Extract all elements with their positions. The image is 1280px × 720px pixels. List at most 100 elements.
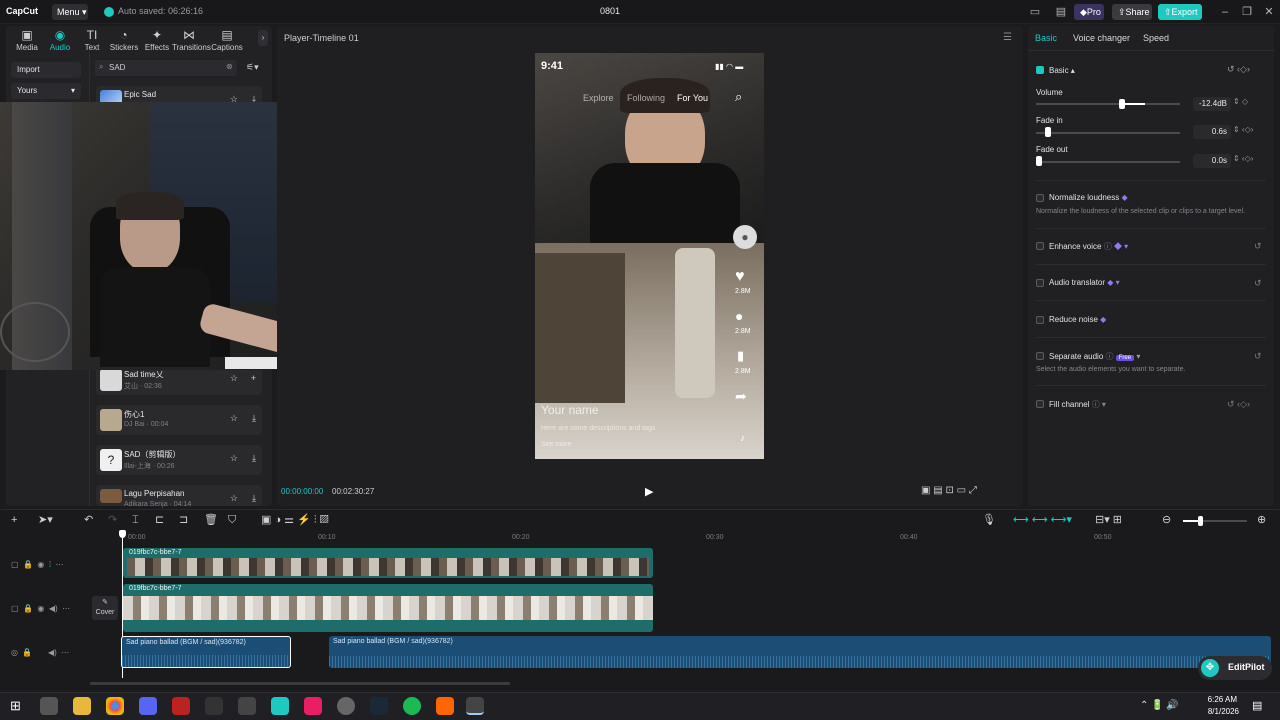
normalize-checkbox[interactable] bbox=[1036, 194, 1044, 202]
video-track-2[interactable]: 019fbc7c-bbe7-7 bbox=[123, 584, 653, 632]
undo-icon[interactable]: ↶ bbox=[84, 514, 93, 526]
split-right-icon[interactable]: ⊐ bbox=[179, 514, 188, 526]
favorite-icon[interactable]: ☆ bbox=[230, 493, 238, 504]
tab-text[interactable]: TI Text bbox=[75, 28, 109, 52]
track-controls[interactable]: ▢ 🔒 ◉ ◀) ⋯ bbox=[11, 604, 70, 613]
zoom-in-icon[interactable]: ⊕ bbox=[1257, 514, 1266, 526]
volume-value[interactable]: -12.4dB bbox=[1193, 97, 1231, 111]
tab-for-you[interactable]: For You bbox=[677, 93, 708, 103]
link-icons[interactable]: ⟷ ⟷ ⟷▾ bbox=[1013, 514, 1072, 526]
tiktok-icon[interactable] bbox=[304, 697, 322, 715]
reset-icon[interactable]: ↺ ‹◇› bbox=[1227, 399, 1250, 410]
layout-icon[interactable]: ▭ bbox=[1028, 5, 1042, 19]
reset-icon[interactable]: ↺ bbox=[1254, 241, 1262, 252]
volume-slider-handle[interactable] bbox=[1119, 99, 1125, 109]
separate-audio-checkbox[interactable] bbox=[1036, 352, 1044, 360]
add-icon[interactable]: + bbox=[251, 373, 256, 383]
split-icon[interactable]: ⌶ bbox=[132, 514, 139, 526]
download-icon[interactable]: ⤓ bbox=[252, 413, 256, 424]
share-button[interactable]: ⇪Share bbox=[1112, 4, 1152, 20]
share-icon[interactable]: ➦ bbox=[735, 388, 747, 405]
playhead-handle[interactable] bbox=[119, 530, 126, 538]
audio-clip[interactable]: Sad piano ballad (BGM / sad)(936782) bbox=[329, 636, 1271, 668]
redo-icon[interactable]: ↷ bbox=[108, 514, 117, 526]
audio-clip-selected[interactable]: Sad piano ballad (BGM / sad)(936782) bbox=[121, 636, 291, 668]
reset-icon[interactable]: ↺ bbox=[1254, 351, 1262, 362]
capcut-icon[interactable] bbox=[238, 697, 256, 715]
tool-icons[interactable]: ▣ ◑ ⚌ ⚡ ⫶ ▨ bbox=[261, 514, 328, 526]
reduce-noise-checkbox[interactable] bbox=[1036, 316, 1044, 324]
download-icon[interactable]: ⤓ bbox=[252, 493, 256, 504]
tab-stickers[interactable]: ◔ Stickers bbox=[107, 28, 141, 52]
fadein-slider-handle[interactable] bbox=[1045, 127, 1051, 137]
fadein-value[interactable]: 0.6s bbox=[1193, 125, 1231, 139]
minimize-icon[interactable]: – bbox=[1218, 5, 1232, 19]
soundcloud-icon[interactable] bbox=[436, 697, 454, 715]
pro-button[interactable]: ◆Pro bbox=[1074, 4, 1104, 20]
tab-media[interactable]: ▣ Media bbox=[10, 28, 44, 52]
shortcuts-icon[interactable]: ▤ bbox=[1054, 5, 1068, 19]
notifications-icon[interactable]: ▤ bbox=[1252, 699, 1262, 712]
fadein-stepper-icon[interactable]: ⇕ ‹◇› bbox=[1233, 125, 1253, 134]
spotify-icon[interactable] bbox=[403, 697, 421, 715]
list-item[interactable]: Lagu Perpisahan Adikara Senja · 04:14 ☆ … bbox=[96, 485, 262, 508]
track-controls[interactable]: ◎ 🔒 ◀) ⋯ bbox=[11, 648, 69, 657]
bookmark-icon[interactable]: ▮ bbox=[737, 348, 744, 364]
favorite-icon[interactable]: ☆ bbox=[230, 413, 238, 424]
play-icon[interactable]: ▶ bbox=[645, 485, 653, 498]
fill-channel-checkbox[interactable] bbox=[1036, 400, 1044, 408]
enhance-voice-checkbox[interactable] bbox=[1036, 242, 1044, 250]
file-explorer-icon[interactable] bbox=[73, 697, 91, 715]
select-tool-icon[interactable]: ➤▾ bbox=[38, 514, 53, 526]
capcut-active-icon[interactable] bbox=[466, 697, 484, 715]
fadeout-slider-handle[interactable] bbox=[1036, 156, 1042, 166]
delete-icon[interactable]: 🗑 bbox=[204, 514, 218, 526]
tab-basic[interactable]: Basic bbox=[1035, 33, 1057, 43]
avatar[interactable]: ● bbox=[733, 225, 757, 249]
tab-captions[interactable]: ▤ Captions bbox=[210, 28, 244, 52]
tab-voice-changer[interactable]: Voice changer bbox=[1073, 33, 1130, 43]
timeline-scrollbar[interactable] bbox=[90, 682, 510, 685]
zoom-out-icon[interactable]: ⊖ bbox=[1162, 514, 1171, 526]
search-icon[interactable]: ⌕ bbox=[735, 89, 742, 105]
reset-icon[interactable]: ↺ ‹◇› bbox=[1227, 64, 1250, 75]
clear-search-icon[interactable]: ⊗ bbox=[226, 62, 233, 71]
app-icon[interactable] bbox=[271, 697, 289, 715]
fadeout-value[interactable]: 0.0s bbox=[1193, 154, 1231, 168]
basic-checkbox[interactable] bbox=[1036, 66, 1044, 74]
import-button[interactable]: Import bbox=[11, 62, 81, 78]
yours-dropdown[interactable]: Yours ▾ bbox=[11, 83, 81, 99]
tab-transitions[interactable]: ⋈ Transitions bbox=[172, 28, 211, 52]
split-left-icon[interactable]: ⊏ bbox=[155, 514, 164, 526]
search-input[interactable]: SAD bbox=[95, 60, 237, 76]
tab-effects[interactable]: ✦ Effects bbox=[140, 28, 174, 52]
maximize-icon[interactable]: ❐ bbox=[1240, 5, 1254, 19]
filter-icon[interactable]: ⚟▾ bbox=[246, 62, 259, 73]
reset-icon[interactable]: ↺ bbox=[1254, 278, 1262, 289]
tabs-scroll-right-icon[interactable]: › bbox=[258, 30, 268, 46]
app-icon[interactable] bbox=[337, 697, 355, 715]
close-icon[interactable]: ✕ bbox=[1262, 5, 1276, 19]
timeline-view-icons[interactable]: ⊟▾ ⊞ bbox=[1095, 514, 1122, 526]
cover-button[interactable]: ✎ Cover bbox=[92, 596, 118, 620]
fadeout-slider-track[interactable] bbox=[1036, 161, 1180, 163]
voicemeeter-icon[interactable] bbox=[172, 697, 190, 715]
editpilot-button[interactable]: ✥ EditPilot bbox=[1198, 656, 1272, 680]
zoom-slider-handle[interactable] bbox=[1198, 516, 1203, 526]
track-controls[interactable]: ▢ 🔒 ◉ ⁞ ⋯ bbox=[11, 560, 64, 569]
tab-following[interactable]: Following bbox=[627, 93, 665, 103]
steam-icon[interactable] bbox=[370, 697, 388, 715]
add-icon[interactable]: + bbox=[11, 514, 17, 526]
microphone-icon[interactable]: 🎙 bbox=[982, 514, 996, 526]
tab-speed[interactable]: Speed bbox=[1143, 33, 1169, 43]
favorite-icon[interactable]: ☆ bbox=[230, 453, 238, 464]
discord-icon[interactable] bbox=[139, 697, 157, 715]
list-item[interactable]: ? SAD（剪辑版） Illai-上海 · 00:26 ☆ ⤓ bbox=[96, 445, 262, 475]
tab-audio[interactable]: ◉ Audio bbox=[43, 28, 77, 52]
system-tray-icons[interactable]: ⌃ 🔋 🔊 bbox=[1140, 700, 1179, 711]
task-view-icon[interactable] bbox=[40, 697, 58, 715]
volume-slider-track[interactable] bbox=[1036, 103, 1180, 105]
video-preview[interactable]: 9:41 ▮▮ ◠ ▬ Explore Following For You ⌕ … bbox=[535, 53, 764, 459]
mark-icon[interactable]: ⛉ bbox=[228, 514, 236, 526]
volume-stepper-icon[interactable]: ⇕ ◇ bbox=[1233, 97, 1248, 106]
